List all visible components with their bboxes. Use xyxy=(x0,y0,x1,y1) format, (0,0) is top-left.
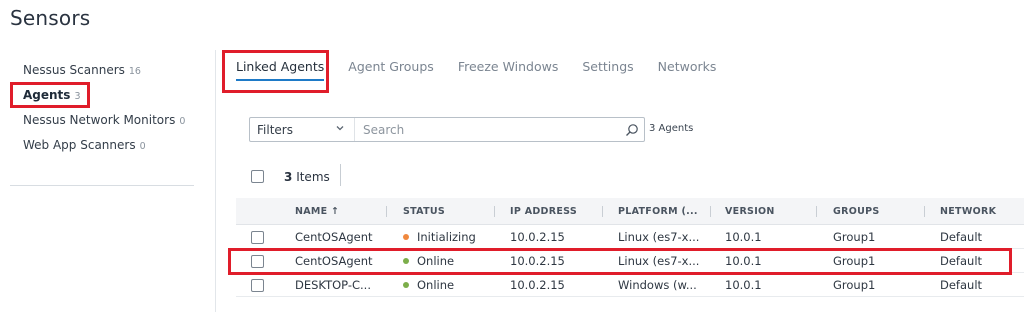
tab-freeze-windows[interactable]: Freeze Windows xyxy=(458,58,559,82)
column-separator xyxy=(924,206,925,217)
sidebar-item-label: Nessus Network Monitors xyxy=(23,113,176,127)
filters-dropdown[interactable]: Filters xyxy=(250,118,355,141)
column-header-name[interactable]: NAME ↑ xyxy=(295,206,339,217)
table-toolbar: 3 Items xyxy=(236,154,1024,198)
status-dot-icon xyxy=(403,234,409,240)
page-title: Sensors xyxy=(10,6,91,30)
status-cell: Online xyxy=(403,278,454,292)
status-text: Initializing xyxy=(417,230,476,244)
version: 10.0.1 xyxy=(725,230,762,244)
content-divider xyxy=(215,50,216,312)
network: Default xyxy=(940,278,983,292)
column-header-status[interactable]: STATUS xyxy=(403,206,445,217)
agent-count: 3 Agents xyxy=(649,123,694,134)
status-text: Online xyxy=(417,278,455,292)
highlight-box-linked-agents xyxy=(222,50,329,93)
groups: Group1 xyxy=(833,278,876,292)
sidebar-item-count: 0 xyxy=(139,141,146,152)
agent-name[interactable]: DESKTOP-C... xyxy=(295,278,371,292)
sidebar-item-label: Nessus Scanners xyxy=(23,63,125,77)
sidebar: Nessus Scanners 16 Agents 3 Nessus Network… xyxy=(10,60,194,160)
column-header-groups[interactable]: GROUPS xyxy=(833,206,880,217)
tab-networks[interactable]: Networks xyxy=(658,58,717,82)
column-header-version[interactable]: VERSION xyxy=(725,206,775,217)
column-separator xyxy=(386,206,387,217)
highlight-box-row xyxy=(228,248,1012,275)
tab-agent-groups[interactable]: Agent Groups xyxy=(348,58,434,82)
agent-name[interactable]: CentOSAgent xyxy=(295,230,373,244)
sidebar-item-label: Web App Scanners xyxy=(23,138,136,152)
ip-address: 10.0.2.15 xyxy=(510,278,565,292)
sidebar-item-web-app-scanners[interactable]: Web App Scanners 0 xyxy=(10,135,194,160)
table-row[interactable]: CentOSAgent Initializing 10.0.2.15 Linux… xyxy=(236,225,1024,249)
row-checkbox[interactable] xyxy=(251,231,264,244)
platform: Linux (es7-x... xyxy=(618,230,700,244)
sidebar-item-nessus-network-monitors[interactable]: Nessus Network Monitors 0 xyxy=(10,110,194,135)
column-header-label: NAME ↑ xyxy=(295,206,340,217)
table-header: NAME ↑ STATUS IP ADDRESS PLATFORM (... V… xyxy=(236,198,1024,225)
column-separator xyxy=(816,206,817,217)
column-header-platform[interactable]: PLATFORM (... xyxy=(618,206,698,217)
column-separator xyxy=(710,206,711,217)
items-text: Items xyxy=(296,170,330,184)
column-header-ip-address[interactable]: IP ADDRESS xyxy=(510,206,577,217)
version: 10.0.1 xyxy=(725,278,762,292)
sidebar-divider xyxy=(10,185,194,186)
sidebar-item-count: 0 xyxy=(179,116,186,127)
search-icon[interactable] xyxy=(620,118,644,141)
table-row[interactable]: DESKTOP-C... Online 10.0.2.15 Windows (w… xyxy=(236,273,1024,297)
sidebar-item-count: 16 xyxy=(128,66,141,77)
search-input[interactable] xyxy=(355,118,620,141)
ip-address: 10.0.2.15 xyxy=(510,230,565,244)
filter-bar: Filters xyxy=(249,117,645,142)
select-all-checkbox[interactable] xyxy=(251,170,264,183)
row-checkbox[interactable] xyxy=(251,279,264,292)
toolbar-divider xyxy=(340,164,341,186)
items-count: 3 xyxy=(284,170,293,184)
platform: Windows (w... xyxy=(618,278,697,292)
tab-settings[interactable]: Settings xyxy=(582,58,633,82)
chevron-down-icon xyxy=(335,123,345,136)
column-header-network[interactable]: NETWORK xyxy=(940,206,996,217)
column-separator xyxy=(494,206,495,217)
items-count-label: 3 Items xyxy=(284,170,330,184)
highlight-box-agents xyxy=(10,82,90,108)
network: Default xyxy=(940,230,983,244)
groups: Group1 xyxy=(833,230,876,244)
filters-label: Filters xyxy=(257,122,293,137)
status-dot-icon xyxy=(403,282,409,288)
status-cell: Initializing xyxy=(403,230,476,244)
column-separator xyxy=(602,206,603,217)
